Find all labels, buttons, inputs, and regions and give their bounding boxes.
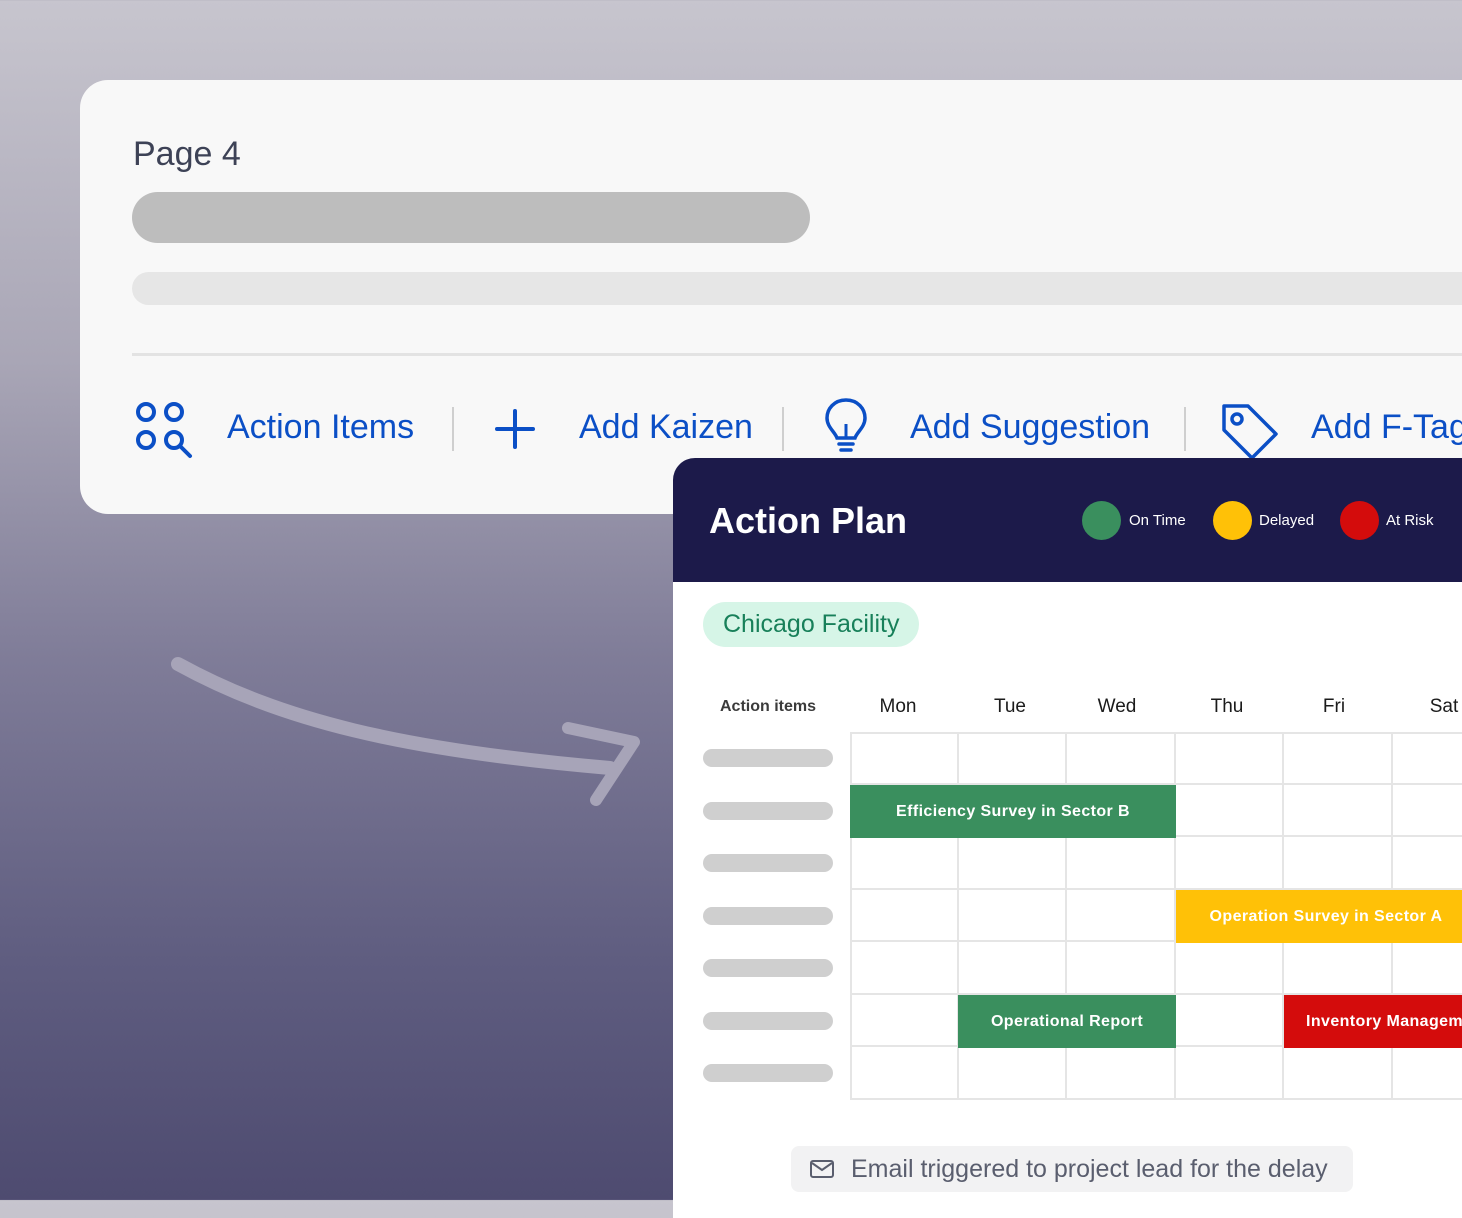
action-items-button[interactable]: Action Items: [227, 408, 414, 447]
grid-cell[interactable]: [959, 942, 1067, 995]
mail-icon: [809, 1159, 835, 1179]
email-notification: Email triggered to project lead for the …: [791, 1146, 1353, 1192]
day-header-thu: Thu: [1210, 696, 1244, 717]
tag-icon[interactable]: [1220, 402, 1280, 465]
grid-cell[interactable]: [850, 837, 959, 890]
action-plan-panel: Action Plan On Time Delayed At Risk Chic…: [673, 458, 1462, 1218]
grid-cell[interactable]: [1176, 942, 1284, 995]
grid-cell[interactable]: [959, 837, 1067, 890]
delayed-legend-dot: [1213, 501, 1252, 540]
plus-icon[interactable]: [494, 408, 536, 455]
grid-cell[interactable]: [1067, 889, 1176, 942]
task-bar-inventory-management[interactable]: Inventory Management: [1284, 995, 1462, 1048]
toolbar-separator: [1184, 407, 1186, 451]
grid-cell[interactable]: [1393, 732, 1462, 785]
day-header-sat: Sat: [1429, 696, 1459, 717]
task-bar-operational-report[interactable]: Operational Report: [958, 995, 1176, 1048]
grid-cell[interactable]: [1067, 1047, 1176, 1100]
task-bar-operation-survey[interactable]: Operation Survey in Sector A: [1176, 890, 1462, 943]
page-title: Page 4: [133, 135, 241, 173]
at-risk-legend-label: At Risk: [1386, 512, 1434, 529]
delayed-legend-label: Delayed: [1259, 512, 1315, 529]
grid-cell[interactable]: [1393, 837, 1462, 890]
day-header-tue: Tue: [993, 696, 1027, 717]
grid-cell[interactable]: [959, 1047, 1067, 1100]
grid-cell[interactable]: [1284, 1047, 1393, 1100]
grid-cell[interactable]: [850, 732, 959, 785]
divider: [132, 353, 1462, 356]
grid-cell[interactable]: [1067, 732, 1176, 785]
day-header-fri: Fri: [1322, 696, 1346, 717]
grid-cell[interactable]: [1393, 942, 1462, 995]
toolbar-separator: [782, 407, 784, 451]
action-item-placeholder: [703, 1012, 833, 1030]
grid-cell[interactable]: [850, 994, 959, 1047]
action-item-placeholder: [703, 749, 833, 767]
page-card: Page 4 Action Items Add Kaizen Add Sugge…: [80, 80, 1462, 514]
grid-cell[interactable]: [1176, 837, 1284, 890]
on-time-legend-label: On Time: [1129, 512, 1186, 529]
grid-cell[interactable]: [1176, 1047, 1284, 1100]
add-ftag-button[interactable]: Add F-Tag: [1311, 408, 1462, 447]
task-bar-efficiency-survey[interactable]: Efficiency Survey in Sector B: [850, 785, 1176, 838]
grid-cell[interactable]: [850, 942, 959, 995]
action-plan-header: Action Plan On Time Delayed At Risk: [673, 458, 1462, 582]
grid-cell[interactable]: [850, 1047, 959, 1100]
action-item-placeholder: [703, 959, 833, 977]
action-item-placeholder: [703, 1064, 833, 1082]
grid-cell[interactable]: [1067, 942, 1176, 995]
action-plan-title: Action Plan: [709, 500, 908, 541]
email-notification-text: Email triggered to project lead for the …: [851, 1154, 1328, 1183]
placeholder-line-secondary: [132, 272, 1462, 305]
grid-cell[interactable]: [1393, 1047, 1462, 1100]
grid-cell[interactable]: [959, 889, 1067, 942]
action-items-column-header: Action items: [719, 698, 816, 715]
add-suggestion-button[interactable]: Add Suggestion: [910, 408, 1150, 447]
action-item-placeholder: [703, 907, 833, 925]
grid-cell[interactable]: [1176, 732, 1284, 785]
day-header-wed: Wed: [1097, 696, 1137, 717]
toolbar: Action Items Add Kaizen Add Suggestion A…: [80, 398, 1462, 462]
grid-cell[interactable]: [850, 889, 959, 942]
toolbar-separator: [452, 407, 454, 451]
grid-cell[interactable]: [1176, 784, 1284, 837]
grid-cell[interactable]: [959, 732, 1067, 785]
grid-cell[interactable]: [1284, 942, 1393, 995]
action-item-placeholder: [703, 854, 833, 872]
grid-cell[interactable]: [1176, 994, 1284, 1047]
day-header-mon: Mon: [879, 696, 917, 717]
grid-cell[interactable]: [1067, 837, 1176, 890]
facility-chip[interactable]: Chicago Facility: [703, 602, 920, 647]
lightbulb-icon[interactable]: [822, 396, 870, 463]
arrow-icon: [170, 650, 650, 825]
add-kaizen-button[interactable]: Add Kaizen: [579, 408, 753, 447]
action-items-icon[interactable]: [134, 398, 194, 465]
action-item-placeholder: [703, 802, 833, 820]
grid-cell[interactable]: [1284, 837, 1393, 890]
placeholder-line-primary: [132, 192, 810, 243]
grid-cell[interactable]: [1393, 785, 1462, 837]
grid-cell[interactable]: [1284, 784, 1393, 837]
at-risk-legend-dot: [1340, 501, 1379, 540]
on-time-legend-dot: [1082, 501, 1121, 540]
grid-cell[interactable]: [1284, 732, 1393, 785]
